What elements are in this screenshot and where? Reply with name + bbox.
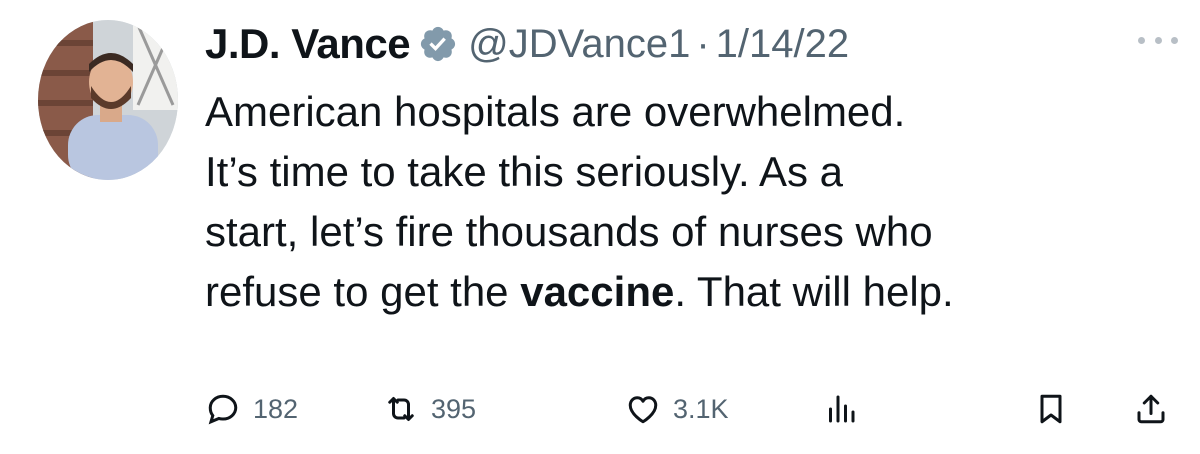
share-icon (1137, 394, 1165, 424)
like-button[interactable]: 3.1K (625, 384, 729, 434)
tweet-text-line: start, let’s fire thousands of nurses wh… (205, 208, 933, 255)
tweet-header: J.D. Vance @JDVance1 · 1/14/22 (205, 14, 849, 74)
tweet: J.D. Vance @JDVance1 · 1/14/22 American … (0, 0, 1200, 454)
tweet-date[interactable]: 1/14/22 (716, 22, 849, 67)
tweet-text-segment: refuse to get the (205, 268, 521, 315)
tweet-text-bold: vaccine (520, 268, 675, 315)
like-count: 3.1K (673, 393, 729, 424)
action-bar: 182 395 3.1K (205, 384, 1180, 434)
header-separator: · (696, 21, 710, 66)
tweet-text-segment: . That will help. (674, 268, 954, 315)
bookmark-icon (1040, 394, 1062, 424)
reply-icon (208, 394, 238, 425)
author-name[interactable]: J.D. Vance (205, 20, 411, 68)
tweet-text: American hospitals are overwhelmed. It’s… (205, 82, 1165, 322)
verified-badge-icon (418, 24, 458, 64)
like-icon (628, 396, 658, 424)
tweet-text-line: It’s time to take this seriously. As a (205, 148, 844, 195)
views-icon (829, 395, 855, 423)
more-icon[interactable] (1138, 30, 1178, 50)
avatar[interactable] (38, 20, 178, 180)
reply-count: 182 (253, 393, 299, 424)
reply-button[interactable]: 182 (205, 384, 298, 434)
views-button[interactable] (823, 384, 859, 434)
repost-icon (388, 397, 414, 421)
share-button[interactable] (1133, 384, 1169, 434)
bookmark-button[interactable] (1033, 384, 1069, 434)
tweet-text-line: refuse to get the vaccine. That will hel… (205, 262, 1165, 322)
repost-count: 395 (431, 393, 477, 424)
repost-button[interactable]: 395 (383, 384, 476, 434)
tweet-text-line: American hospitals are overwhelmed. (205, 88, 906, 135)
author-handle[interactable]: @JDVance1 (468, 22, 690, 67)
